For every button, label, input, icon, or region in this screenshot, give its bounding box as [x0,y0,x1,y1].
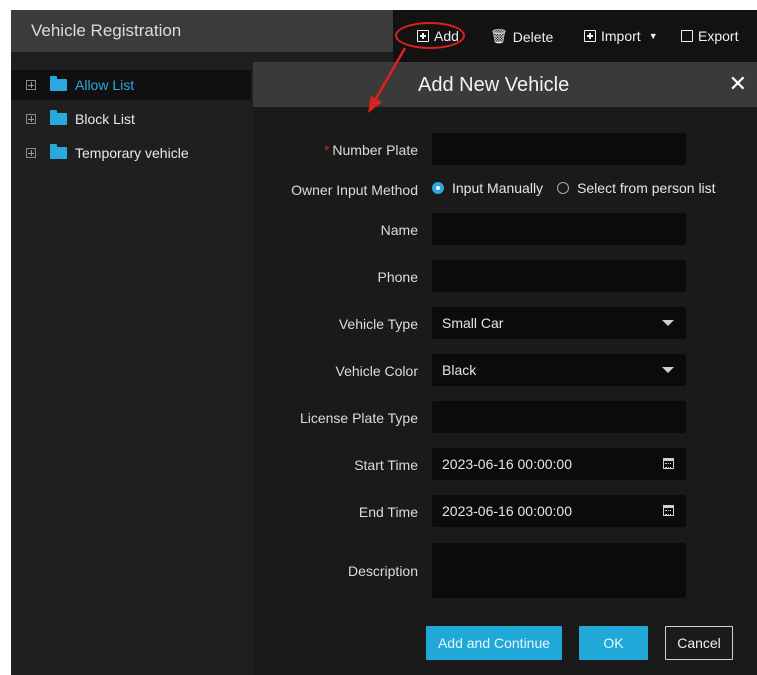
tree-item-label: Allow List [75,77,135,93]
tree-item-label: Temporary vehicle [75,145,189,161]
export-button-label: Export [698,28,739,44]
caret-down-icon: ▼ [648,31,658,41]
delete-button-label: Delete [512,28,554,45]
radio-select-from-person-list[interactable] [557,182,570,194]
vehicle-color-select[interactable]: Black [432,354,686,386]
tree-item-temporary-vehicle[interactable]: Temporary vehicle [11,138,251,168]
tree-item-allow-list[interactable]: Allow List [11,70,251,100]
start-time-picker[interactable]: 2023-06-16 00:00:00 [432,448,686,480]
phone-label: Phone [377,269,418,285]
vehicle-type-select[interactable]: Small Car [432,307,686,339]
delete-button[interactable]: 🗑 Delete [490,28,553,45]
end-time-picker[interactable]: 2023-06-16 00:00:00 [432,495,686,527]
expand-icon[interactable] [26,148,36,158]
vehicle-color-value: Black [442,362,477,378]
expand-icon[interactable] [26,80,36,90]
radio-select-from-person-list-label[interactable]: Select from person list [577,180,716,196]
number-plate-input[interactable] [432,133,686,165]
page-title-bar: Vehicle Registration [11,10,393,52]
phone-input[interactable] [432,260,686,292]
end-time-label: End Time [358,504,418,520]
close-icon[interactable]: ✕ [729,71,747,97]
license-plate-type-label: License Plate Type [299,410,418,426]
vehicle-type-label: Vehicle Type [338,316,418,332]
add-and-continue-button[interactable]: Add and Continue [426,626,562,660]
vehicle-type-value: Small Car [442,315,504,331]
dialog-header: Add New Vehicle ✕ [253,62,757,107]
annotation-arrow [368,47,407,113]
dialog-title: Add New Vehicle [418,74,570,96]
end-time-value: 2023-06-16 00:00:00 [442,503,572,519]
import-icon [584,30,596,42]
name-label: Name [380,222,418,238]
trash-icon: 🗑 [490,28,508,44]
start-time-value: 2023-06-16 00:00:00 [442,456,572,472]
dropdown-arrow-icon [662,320,674,326]
license-plate-type-input[interactable] [432,401,686,433]
import-button-label: Import [601,28,641,44]
import-dropdown[interactable]: Import ▼ [584,28,658,44]
folder-icon [50,110,67,125]
name-input[interactable] [432,213,686,245]
start-time-label: Start Time [354,457,418,473]
required-marker: * [323,142,330,158]
export-button[interactable]: Export [681,28,738,44]
folder-icon [50,76,67,91]
folder-icon [50,144,67,159]
radio-input-manually-label[interactable]: Input Manually [452,180,543,196]
tree-item-label: Block List [75,111,135,127]
number-plate-label: * Number Plate [323,142,418,158]
dropdown-arrow-icon [662,367,674,373]
owner-input-method-radio-group: Input Manually Select from person list [432,180,716,196]
description-textarea[interactable] [432,543,686,598]
description-label: Description [347,563,418,579]
export-icon [681,30,693,42]
calendar-icon[interactable] [663,458,674,469]
expand-icon[interactable] [26,114,36,124]
radio-input-manually[interactable] [432,182,444,194]
calendar-icon[interactable] [663,505,674,516]
owner-input-method-label: Owner Input Method [291,182,418,198]
ok-button[interactable]: OK [579,626,648,660]
vehicle-color-label: Vehicle Color [335,363,419,379]
cancel-button[interactable]: Cancel [665,626,733,660]
tree-item-block-list[interactable]: Block List [11,104,251,134]
page-title: Vehicle Registration [31,21,182,40]
